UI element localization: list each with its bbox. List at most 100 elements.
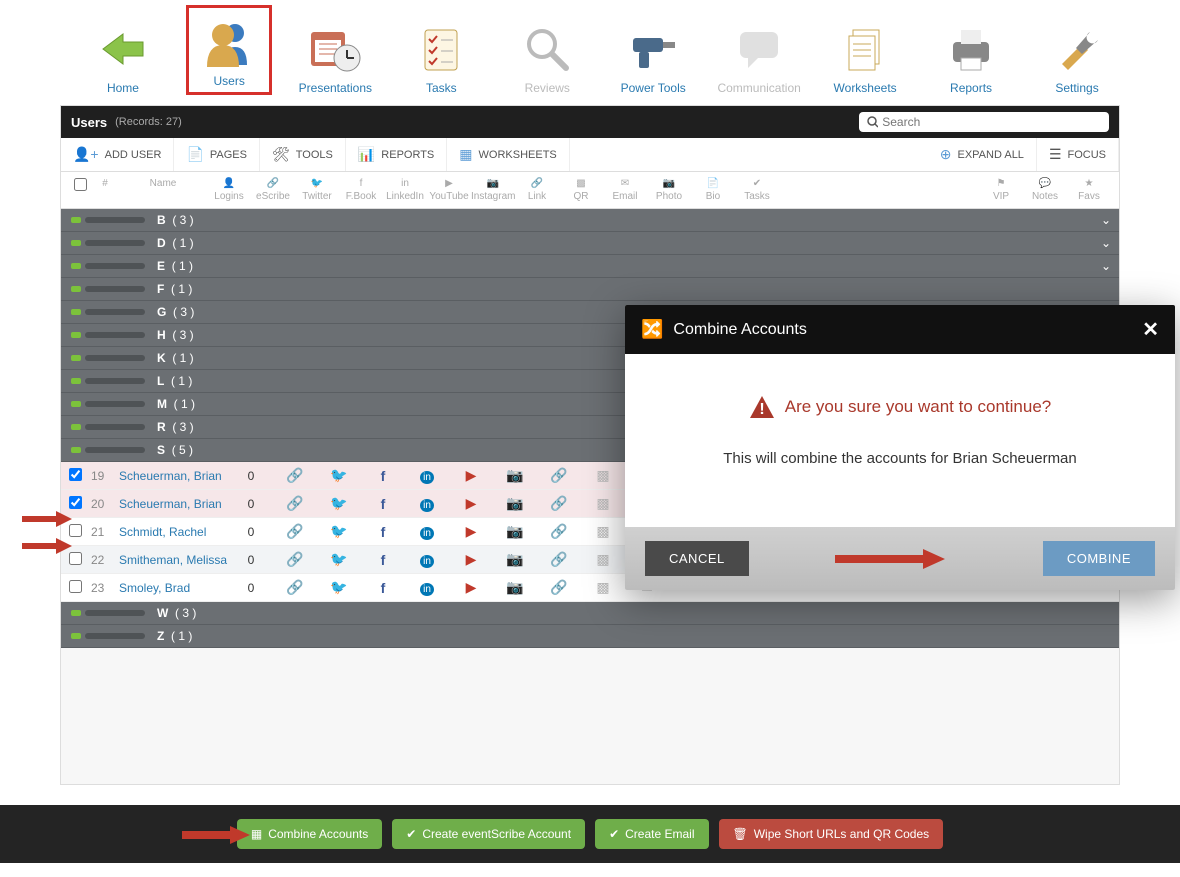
group-row[interactable]: B ( 3 )⌄ xyxy=(61,209,1119,232)
youtube-icon[interactable]: ▶ xyxy=(466,551,477,567)
search-icon xyxy=(867,116,878,128)
link-icon[interactable]: 🔗 xyxy=(286,551,303,567)
facebook-icon[interactable]: f xyxy=(381,468,386,484)
camera-icon[interactable]: 📷 xyxy=(506,523,523,539)
twitter-icon[interactable]: 🐦 xyxy=(330,467,347,483)
nav-home[interactable]: Home xyxy=(80,19,166,95)
pages-button[interactable]: 📄PAGES xyxy=(174,138,260,171)
nav-powertools[interactable]: Power Tools xyxy=(610,19,696,95)
linkedin-icon[interactable]: in xyxy=(420,527,434,540)
tools-button[interactable]: 🛠TOOLS xyxy=(260,138,346,171)
linkedin-icon[interactable]: in xyxy=(420,583,434,596)
twitter-icon[interactable]: 🐦 xyxy=(330,495,347,511)
row-name[interactable]: Smoley, Brad xyxy=(119,581,229,595)
link-icon[interactable]: 🔗 xyxy=(286,467,303,483)
qr-icon[interactable]: ▩ xyxy=(596,467,609,483)
plus-circle-icon: ⊕ xyxy=(940,146,952,163)
twitter-icon[interactable]: 🐦 xyxy=(330,579,347,595)
camera-icon[interactable]: 📷 xyxy=(506,495,523,511)
nav-users[interactable]: Users xyxy=(186,5,272,95)
row-number: 20 xyxy=(91,497,119,511)
youtube-icon[interactable]: ▶ xyxy=(466,579,477,595)
link-icon[interactable]: 🔗 xyxy=(286,579,303,595)
drill-icon xyxy=(610,19,696,79)
focus-button[interactable]: ☰FOCUS xyxy=(1037,138,1119,171)
select-all-checkbox[interactable] xyxy=(74,178,87,191)
users-icon xyxy=(191,12,267,72)
create-eventscribe-button[interactable]: ✔Create eventScribe Account xyxy=(392,819,585,849)
grid-icon: ▦ xyxy=(459,146,472,163)
twitter-icon[interactable]: 🐦 xyxy=(330,551,347,567)
search-input[interactable] xyxy=(882,115,1101,129)
add-user-button[interactable]: 👤+ADD USER xyxy=(61,138,174,171)
search-box[interactable] xyxy=(859,112,1109,132)
group-row[interactable]: E ( 1 )⌄ xyxy=(61,255,1119,278)
modal-title: Combine Accounts xyxy=(673,321,806,339)
row-checkbox[interactable] xyxy=(69,468,82,481)
row-name[interactable]: Smitheman, Melissa xyxy=(119,553,229,567)
qr-icon[interactable]: ▩ xyxy=(596,495,609,511)
youtube-icon[interactable]: ▶ xyxy=(466,467,477,483)
combine-accounts-button[interactable]: ▦Combine Accounts xyxy=(237,819,382,849)
modal-close-icon[interactable]: ✕ xyxy=(1142,317,1159,342)
nav-reports[interactable]: Reports xyxy=(928,19,1014,95)
facebook-icon[interactable]: f xyxy=(381,524,386,540)
qr-icon[interactable]: ▩ xyxy=(596,579,609,595)
group-row[interactable]: W ( 3 ) xyxy=(61,602,1119,625)
nav-presentations[interactable]: Presentations xyxy=(292,19,378,95)
col-vip: ⚑VIP xyxy=(979,178,1023,202)
link-icon[interactable]: 🔗 xyxy=(550,551,567,567)
expand-all-button[interactable]: ⊕EXPAND ALL xyxy=(928,138,1037,171)
modal-combine-button[interactable]: COMBINE xyxy=(1043,541,1155,576)
qr-icon[interactable]: ▩ xyxy=(596,523,609,539)
reports-button[interactable]: 📊REPORTS xyxy=(346,138,447,171)
nav-communication[interactable]: Communication xyxy=(716,19,802,95)
modal-cancel-button[interactable]: CANCEL xyxy=(645,541,749,576)
link-icon[interactable]: 🔗 xyxy=(550,523,567,539)
linkedin-icon[interactable]: in xyxy=(420,555,434,568)
link-icon[interactable]: 🔗 xyxy=(550,579,567,595)
camera-icon[interactable]: 📷 xyxy=(506,579,523,595)
nav-label: Worksheets xyxy=(822,81,908,95)
facebook-icon[interactable]: f xyxy=(381,552,386,568)
wipe-urls-button[interactable]: 🗑Wipe Short URLs and QR Codes xyxy=(719,819,944,849)
linkedin-icon[interactable]: in xyxy=(420,471,434,484)
worksheets-button[interactable]: ▦WORKSHEETS xyxy=(447,138,569,171)
row-checkbox[interactable] xyxy=(69,496,82,509)
link-icon[interactable]: 🔗 xyxy=(550,467,567,483)
row-name[interactable]: Scheuerman, Brian xyxy=(119,497,229,511)
link-icon[interactable]: 🔗 xyxy=(550,495,567,511)
arrow-annotation xyxy=(180,823,250,847)
camera-icon[interactable]: 📷 xyxy=(506,551,523,567)
row-logins: 0 xyxy=(229,497,273,511)
col-instagram: 📷Instagram xyxy=(471,178,515,202)
nav-reviews[interactable]: Reviews xyxy=(504,19,590,95)
printer-icon xyxy=(928,19,1014,79)
link-icon[interactable]: 🔗 xyxy=(286,523,303,539)
col-num: # xyxy=(91,178,119,202)
nav-label: Presentations xyxy=(292,81,378,95)
bottom-action-bar: ▦Combine Accounts ✔Create eventScribe Ac… xyxy=(0,805,1180,863)
group-row[interactable]: D ( 1 )⌄ xyxy=(61,232,1119,255)
row-checkbox[interactable] xyxy=(69,580,82,593)
group-row[interactable]: F ( 1 ) xyxy=(61,278,1119,301)
nav-tasks[interactable]: Tasks xyxy=(398,19,484,95)
facebook-icon[interactable]: f xyxy=(381,496,386,512)
youtube-icon[interactable]: ▶ xyxy=(466,495,477,511)
checklist-icon xyxy=(398,19,484,79)
facebook-icon[interactable]: f xyxy=(381,580,386,596)
row-name[interactable]: Scheuerman, Brian xyxy=(119,469,229,483)
nav-worksheets[interactable]: Worksheets xyxy=(822,19,908,95)
group-row[interactable]: Z ( 1 ) xyxy=(61,625,1119,648)
qr-icon[interactable]: ▩ xyxy=(596,551,609,567)
linkedin-icon[interactable]: in xyxy=(420,499,434,512)
pages-icon: 📄 xyxy=(186,146,203,163)
twitter-icon[interactable]: 🐦 xyxy=(330,523,347,539)
link-icon[interactable]: 🔗 xyxy=(286,495,303,511)
camera-icon[interactable]: 📷 xyxy=(506,467,523,483)
chart-icon: 📊 xyxy=(358,146,375,163)
row-name[interactable]: Schmidt, Rachel xyxy=(119,525,229,539)
youtube-icon[interactable]: ▶ xyxy=(466,523,477,539)
create-email-button[interactable]: ✔Create Email xyxy=(595,819,708,849)
nav-settings[interactable]: Settings xyxy=(1034,19,1120,95)
